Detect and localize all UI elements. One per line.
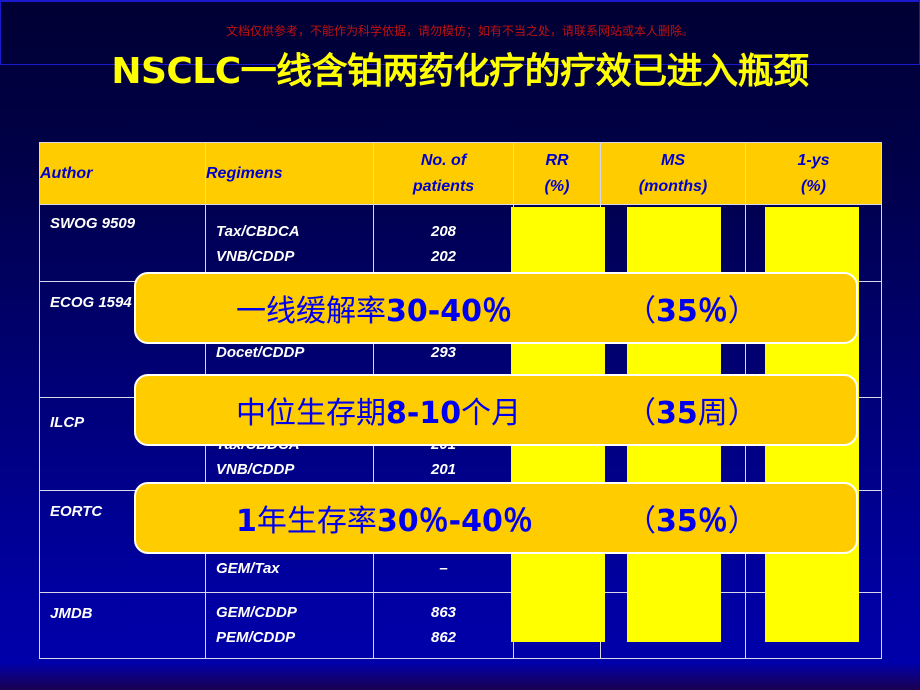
- patient-count: 862: [430, 629, 457, 646]
- callout-median-survival: 中位生存期8-10个月 （35周）: [134, 374, 858, 446]
- callout-paren-text: （35％）: [626, 286, 758, 330]
- callout-value: 8-10: [386, 396, 462, 431]
- header-1ys-line1: 1-ys: [797, 151, 830, 169]
- regimen: Tax/CBDCA: [216, 223, 300, 240]
- callout-1yr-survival: 1年生存率30％-40％ （35％）: [134, 482, 858, 554]
- callout-response-rate: 一线缓解率30-40％ （35％）: [134, 272, 858, 344]
- callout-label: 一线缓解率: [236, 294, 386, 329]
- callout-main-text: 中位生存期8-10个月: [236, 388, 521, 432]
- disclaimer-watermark: 文档仅供参考，不能作为科学依据，请勿模仿；如有不当之处，请联系网站或本人删除。: [225, 24, 694, 38]
- header-patients-line2: patients: [412, 177, 475, 195]
- slide-title: NSCLC一线含铂两药化疗的疗效已进入瓶颈: [111, 51, 809, 92]
- callout-label: 年生存率: [256, 504, 377, 539]
- paren-close: ）: [727, 396, 758, 431]
- patient-count: 202: [430, 248, 457, 265]
- callout-paren-value: 35: [656, 396, 698, 431]
- callout-value: 30-40％: [386, 294, 512, 329]
- callout-value: 30％-40％: [376, 504, 533, 539]
- callout-main-text: 一线缓解率30-40％: [236, 286, 512, 330]
- author-name: SWOG 9509: [50, 215, 136, 232]
- paren-open: （: [626, 396, 656, 431]
- patient-count: 208: [430, 223, 457, 240]
- callout-paren-value: 35％: [656, 294, 728, 329]
- regimen: VNB/CDDP: [216, 461, 295, 478]
- regimens-cell: GEM/CDDP PEM/CDDP: [205, 592, 374, 659]
- table-row: SWOG 9509 Tax/CBDCA VNB/CDDP 208 202: [39, 204, 882, 282]
- header-rr-line1: RR: [545, 151, 569, 169]
- paren-close: ）: [727, 294, 758, 329]
- callout-prefix: 1: [236, 504, 257, 539]
- patient-count: –: [439, 560, 448, 577]
- patients-cell: 863 862: [373, 592, 514, 659]
- patients-cell: 208 202: [373, 204, 514, 282]
- table-header-row: Author Regimens No. of patients RR (%) MS (…: [39, 142, 882, 205]
- header-ms-line1: MS: [661, 151, 685, 169]
- header-regimens: Regimens: [205, 142, 374, 205]
- paren-open: （: [626, 504, 656, 539]
- callout-main-text: 1年生存率30％-40％: [236, 496, 533, 540]
- paren-close: ）: [727, 504, 758, 539]
- regimen: VNB/CDDP: [216, 248, 295, 265]
- callout-unit: 个月: [461, 396, 522, 431]
- callout-paren-value: 35％: [656, 504, 728, 539]
- author-cell: SWOG 9509: [39, 204, 206, 282]
- header-author: Author: [39, 142, 206, 205]
- callout-paren-text: （35％）: [626, 496, 758, 540]
- header-ms-line2: (months): [638, 177, 708, 195]
- callout-label: 中位生存期: [236, 396, 386, 431]
- author-cell: JMDB: [39, 592, 206, 659]
- regimen: GEM/Tax: [216, 560, 280, 577]
- header-ms: MS (months): [600, 142, 746, 205]
- header-rr: RR (%): [513, 142, 601, 205]
- regimen: PEM/CDDP: [216, 629, 296, 646]
- regimens-cell: Tax/CBDCA VNB/CDDP: [205, 204, 374, 282]
- regimen: GEM/CDDP: [216, 604, 297, 621]
- patient-count: 201: [430, 461, 457, 478]
- callout-paren-unit: 周: [697, 396, 728, 431]
- patient-count: 863: [430, 604, 457, 621]
- header-1ys: 1-ys (%): [745, 142, 882, 205]
- paren-open: （: [626, 294, 656, 329]
- author-name: JMDB: [50, 605, 93, 622]
- callout-paren-text: （35周）: [626, 388, 758, 432]
- table-row: JMDB GEM/CDDP PEM/CDDP 863 862: [39, 592, 882, 659]
- header-rr-line2: (%): [544, 177, 570, 195]
- header-patients: No. of patients: [373, 142, 514, 205]
- header-1ys-line2: (%): [801, 177, 826, 195]
- header-patients-line1: No. of: [420, 151, 467, 169]
